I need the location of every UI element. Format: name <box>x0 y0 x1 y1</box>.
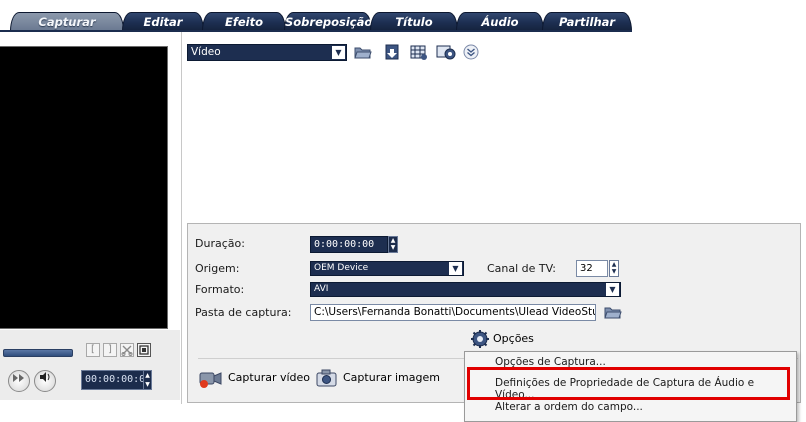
tab-label: Capturar <box>38 15 96 29</box>
mark-out-button[interactable]: ] <box>103 343 117 357</box>
tv-channel-value: 32 <box>580 263 593 274</box>
format-value: AVI <box>314 284 329 294</box>
tab-audio[interactable]: Áudio <box>456 12 544 31</box>
menu-item-change-field-order[interactable]: Alterar a ordem do campo... <box>495 401 643 413</box>
scissors-icon[interactable] <box>120 343 134 357</box>
capture-video-button[interactable]: Capturar vídeo <box>198 367 310 392</box>
tv-channel-field[interactable]: 32 <box>576 260 608 277</box>
capture-video-label: Capturar vídeo <box>228 371 311 384</box>
capture-folder-label: Pasta de captura: <box>195 306 292 319</box>
tab-label: Partilhar <box>558 15 616 29</box>
mark-out-label: ] <box>108 344 112 355</box>
preview-window <box>0 46 168 329</box>
grid-options-icon[interactable] <box>410 43 428 61</box>
folder-icon[interactable] <box>354 43 372 61</box>
tab-label: Efeito <box>225 15 263 29</box>
video-camera-icon <box>198 367 224 392</box>
tab-efeito[interactable]: Efeito <box>202 12 286 31</box>
tab-label: Áudio <box>481 15 519 29</box>
timecode-value: 00:00:00:00 <box>85 374 152 385</box>
scrub-bar[interactable] <box>3 349 73 357</box>
highlight-box <box>467 367 790 400</box>
tab-bar: Capturar Editar Efeito Sobreposição Títu… <box>0 0 806 32</box>
tab-label: Editar <box>143 15 183 29</box>
duration-field[interactable]: 0:00:00:00 <box>310 236 388 253</box>
volume-icon[interactable] <box>34 370 56 392</box>
origin-value: OEM Device <box>314 263 369 273</box>
camera-settings-icon[interactable] <box>436 43 456 61</box>
panel-divider <box>181 32 182 404</box>
mark-in-label: [ <box>91 344 95 355</box>
tv-channel-label: Canal de TV: <box>487 262 556 275</box>
mark-in-button[interactable]: [ <box>86 343 100 357</box>
capture-folder-field[interactable]: C:\Users\Fernanda Bonatti\Documents\Ulea… <box>310 304 596 321</box>
import-icon[interactable] <box>384 43 402 61</box>
tab-editar[interactable]: Editar <box>122 12 204 31</box>
tv-channel-spinner[interactable]: ▲ ▼ <box>609 260 619 277</box>
gear-icon <box>470 329 490 352</box>
tab-partilhar[interactable]: Partilhar <box>542 12 632 31</box>
camera-icon <box>316 369 338 390</box>
capture-image-label: Capturar imagem <box>343 371 440 384</box>
chevron-down-icon: ▼ <box>449 262 462 275</box>
format-label: Formato: <box>195 283 245 296</box>
tab-label: Sobreposição <box>285 15 373 29</box>
capture-folder-value: C:\Users\Fernanda Bonatti\Documents\Ulea… <box>314 306 596 318</box>
expand-icon[interactable] <box>462 43 480 61</box>
source-dropdown[interactable]: Vídeo ▼ <box>187 44 347 61</box>
tab-capturar[interactable]: Capturar <box>10 12 124 31</box>
chevron-down-icon: ▼ <box>332 46 345 59</box>
tab-titulo[interactable]: Título <box>370 12 458 31</box>
options-button[interactable]: Opções <box>470 329 550 349</box>
timecode-spinner[interactable]: ▲ ▼ <box>143 370 152 390</box>
tab-sobreposicao[interactable]: Sobreposição <box>284 12 372 31</box>
duration-value: 0:00:00:00 <box>314 239 375 250</box>
tab-label: Título <box>395 15 433 29</box>
folder-icon[interactable] <box>604 303 622 321</box>
source-dropdown-value: Vídeo <box>191 46 221 58</box>
chevron-down-icon: ▼ <box>606 283 619 296</box>
options-label: Opções <box>493 332 534 345</box>
origin-dropdown[interactable]: OEM Device ▼ <box>310 261 464 276</box>
origin-label: Origem: <box>195 262 240 275</box>
format-dropdown[interactable]: AVI ▼ <box>310 282 621 297</box>
timecode-display[interactable]: 00:00:00:00 <box>81 370 151 390</box>
duration-spinner[interactable]: ▲ ▼ <box>388 236 398 253</box>
enlarge-icon[interactable] <box>137 343 151 357</box>
duration-label: Duração: <box>195 237 245 250</box>
capture-image-button[interactable]: Capturar imagem <box>316 367 440 390</box>
play-forward-icon[interactable] <box>8 370 30 392</box>
